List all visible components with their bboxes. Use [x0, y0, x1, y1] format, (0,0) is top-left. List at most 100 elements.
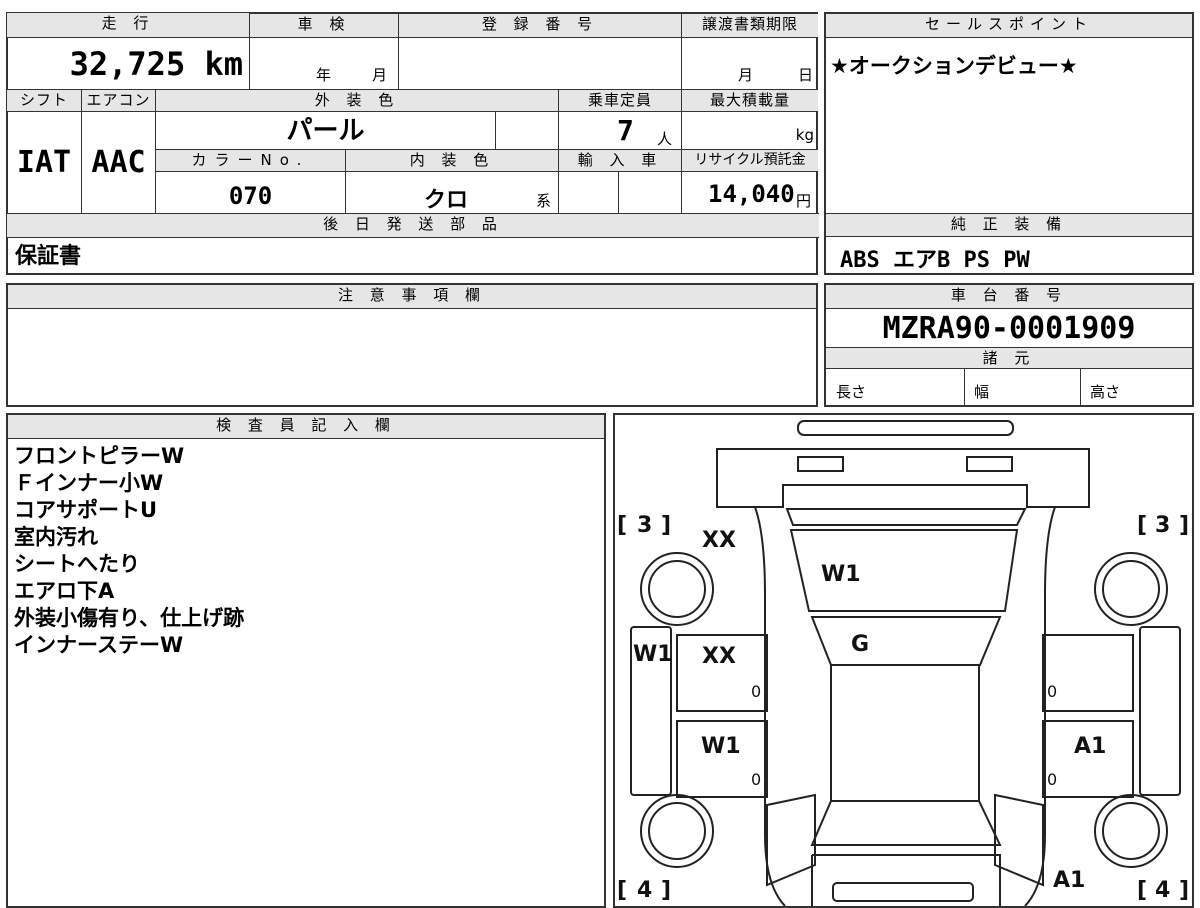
inspector-label: 検 査 員 記 入 欄 [8, 415, 604, 439]
inspection-value: 年 月 [249, 37, 398, 89]
door-mark-lf: 0 [751, 682, 761, 701]
tire-grade-bracket: ] [1179, 878, 1189, 903]
capacity-value-cell: 7 人 [558, 111, 681, 149]
later-parts-label: 後 日 発 送 部 品 [7, 213, 819, 237]
front-bumper-shape [797, 420, 1014, 436]
registration-value [398, 37, 681, 89]
tire-front-left-inner-shape [648, 560, 706, 618]
tire-grade-bracket: ] [661, 878, 671, 903]
mark-left-rear-door: W1 [701, 734, 741, 759]
transfer-deadline-value: 月 日 [681, 37, 818, 89]
inspector-note: 外装小傷有り、仕上げ跡 [14, 606, 245, 630]
left-rear-quarter-shape [766, 793, 816, 887]
sales-points-label: セールスポイント [826, 14, 1192, 38]
exterior-color-label: 外 装 色 [155, 89, 558, 111]
tire-front-right-inner-shape [1102, 560, 1160, 618]
chassis-number-label: 車 台 番 号 [826, 285, 1192, 309]
capacity-value: 7 [617, 114, 634, 147]
max-load-label: 最大積載量 [681, 89, 818, 111]
mileage-value: 32,725 km [7, 37, 249, 89]
front-body-shape [716, 448, 1090, 508]
inspection-month-unit: 月 [372, 66, 388, 84]
vehicle-info-grid: 走 行 車 検 登 録 番 号 譲渡書類期限 32,725 km 年 月 月 日… [6, 12, 819, 275]
tire-front-right-shape [1094, 552, 1168, 626]
color-no-label: カラーNo. [155, 149, 345, 171]
tire-front-left-grade: 3 [637, 513, 652, 538]
max-load-unit: kg [795, 126, 814, 144]
sales-point-text: ★オークションデビュー★ [830, 54, 1078, 78]
tire-rear-right-grade: 4 [1155, 878, 1170, 903]
mark-left-pillar: W1 [633, 642, 673, 667]
spec-divider-1 [964, 369, 965, 405]
tire-grade-bracket: [ [617, 513, 627, 538]
inspector-note: インナーステーW [14, 633, 184, 657]
spec-width-label: 幅 [974, 383, 990, 401]
specs-label: 諸 元 [826, 347, 1192, 369]
door-mark-rr: 0 [1047, 770, 1057, 789]
mark-front-left-fender: XX [702, 528, 736, 553]
inspector-note: シートへたり [14, 552, 140, 576]
sales-points-box: セールスポイント ★オークションデビュー★ 純 正 装 備 ABS エアB PS… [824, 12, 1194, 275]
inspector-notes-list: フロントピラーW Ｆインナー小W コアサポートU 室内汚れ シートへたり エアロ… [14, 443, 244, 659]
interior-color-cell: クロ 系 [345, 171, 558, 213]
recycle-label: リサイクル預託金 [681, 149, 818, 171]
deadline-month-unit: 月 [738, 66, 754, 84]
tire-rear-left-inner-shape [648, 802, 706, 860]
inspection-year-unit: 年 [316, 66, 332, 84]
notes-box: 注 意 事 項 欄 [6, 283, 818, 407]
door-mark-rf: 0 [1047, 682, 1057, 701]
aircon-label: エアコン [81, 89, 155, 111]
inspector-note: Ｆインナー小W [14, 471, 164, 495]
exterior-color-value: パール [155, 111, 495, 149]
car-diagram-box: [ 3 ] [ 3 ] [ 4 ] [ 4 ] XX W1 G W1 XX W1… [613, 413, 1194, 908]
right-pillar-shape [1139, 626, 1181, 796]
inspector-note: フロントピラーW [14, 444, 185, 468]
chassis-number-value: MZRA90-0001909 [882, 311, 1136, 346]
genuine-equipment-value: ABS エアB PS PW [840, 248, 1030, 273]
capacity-unit: 人 [657, 130, 673, 148]
headlight-left-shape [797, 456, 844, 472]
max-load-value: kg [681, 111, 818, 149]
spec-height-label: 高さ [1090, 383, 1121, 401]
mark-windshield: G [851, 632, 869, 657]
inspection-label: 車 検 [249, 13, 398, 37]
right-rear-quarter-shape [994, 793, 1044, 887]
spec-length-label: 長さ [836, 383, 867, 401]
deadline-day-unit: 日 [798, 66, 814, 84]
inspector-note: 室内汚れ [14, 525, 98, 549]
tire-grade-bracket: [ [617, 878, 627, 903]
rear-bumper-shape [832, 882, 974, 902]
color-no-value: 070 [155, 171, 345, 213]
roof-shape [830, 664, 980, 802]
import-value-a [558, 171, 618, 213]
transfer-deadline-label: 譲渡書類期限 [681, 13, 818, 37]
inspector-note: コアサポートU [14, 498, 158, 522]
aircon-value: AAC [81, 111, 155, 213]
import-value-b [618, 171, 681, 213]
spec-divider-2 [1080, 369, 1081, 405]
notes-label: 注 意 事 項 欄 [8, 285, 816, 309]
later-parts-value: 保証書 [7, 237, 819, 275]
door-mark-lr: 0 [751, 770, 761, 789]
tire-rear-left-shape [640, 794, 714, 868]
tire-grade-bracket: [ [1137, 878, 1147, 903]
mark-left-front-door: XX [702, 644, 736, 669]
tire-front-right-grade: 3 [1155, 513, 1170, 538]
headlight-right-shape [966, 456, 1013, 472]
inspector-box: 検 査 員 記 入 欄 フロントピラーW Ｆインナー小W コアサポートU 室内汚… [6, 413, 606, 908]
tire-grade-bracket: ] [661, 513, 671, 538]
tire-rear-right-shape [1094, 794, 1168, 868]
interior-color-value: クロ [424, 188, 469, 213]
recycle-fee-value: 14,040 [708, 180, 795, 208]
mark-rear-right: A1 [1053, 868, 1085, 893]
recycle-fee-unit: 円 [796, 192, 812, 210]
shift-label: シフト [7, 89, 81, 111]
exterior-color-extra [495, 111, 558, 149]
genuine-equipment-label: 純 正 装 備 [826, 213, 1192, 237]
recycle-value-cell: 14,040 円 [681, 171, 818, 213]
mark-hood: W1 [821, 562, 861, 587]
interior-color-suffix: 系 [536, 192, 552, 210]
car-diagram: [ 3 ] [ 3 ] [ 4 ] [ 4 ] XX W1 G W1 XX W1… [617, 420, 1189, 906]
interior-color-label: 内 装 色 [345, 149, 558, 171]
tire-rear-left-grade: 4 [637, 878, 652, 903]
